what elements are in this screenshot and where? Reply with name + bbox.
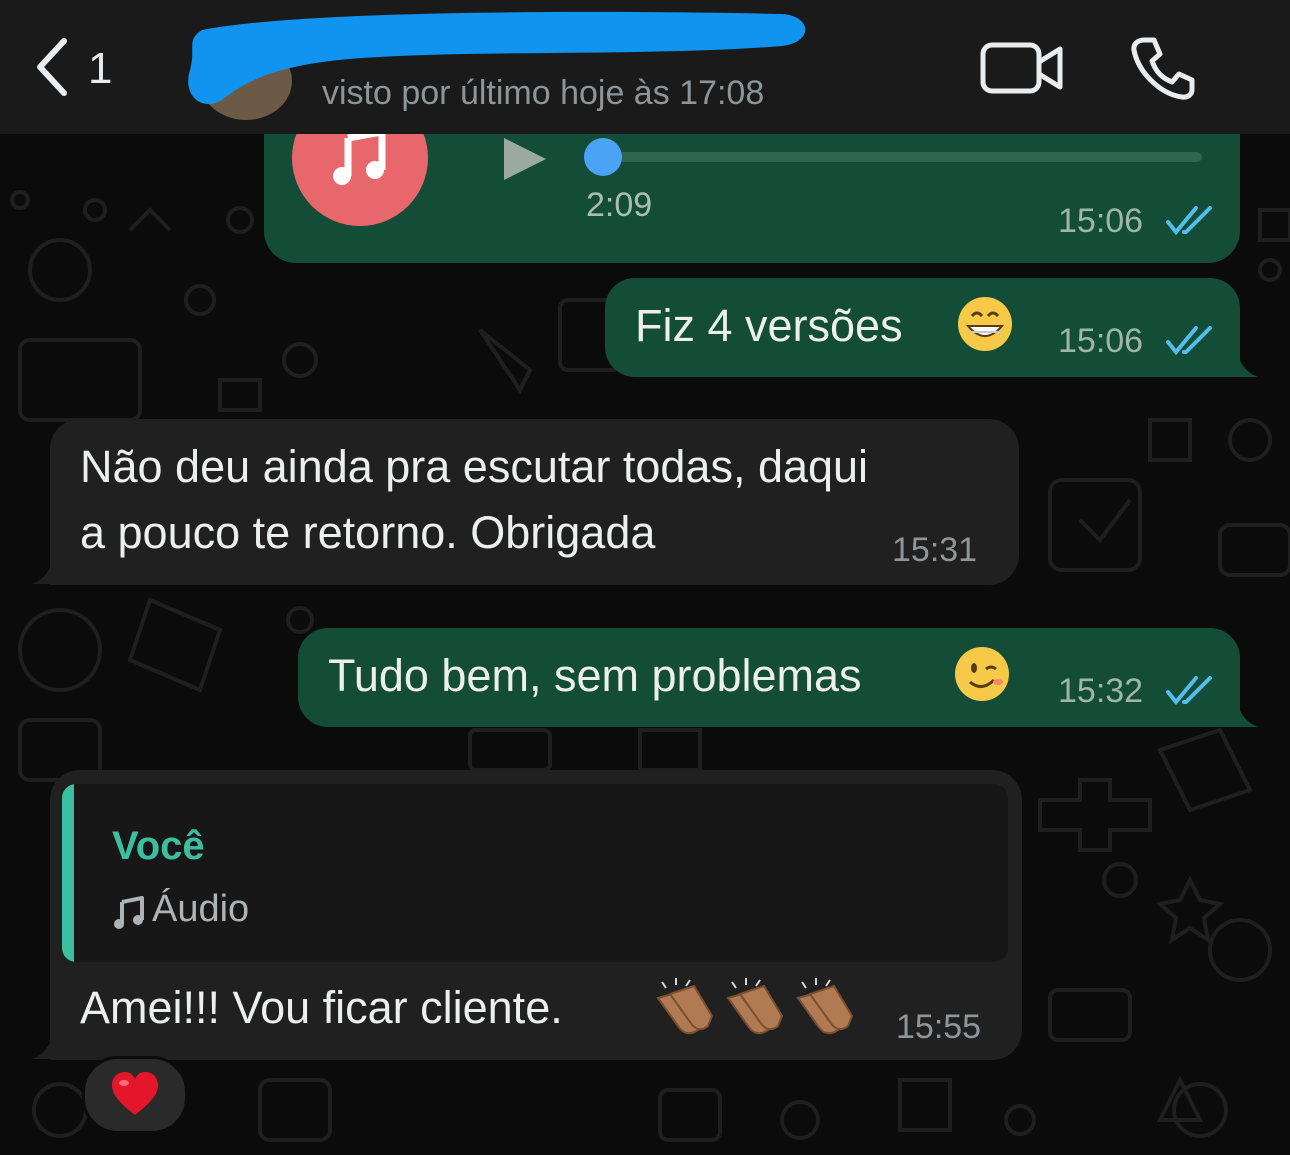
chat-header: 1 0899 visto por último hoje às 17:08 bbox=[0, 0, 1290, 134]
quote-author: Você bbox=[112, 824, 205, 868]
message-text: Amei!!! Vou ficar cliente. bbox=[80, 982, 563, 1033]
message-time: 15:32 bbox=[1058, 672, 1144, 710]
outgoing-message[interactable]: Tudo bem, sem problemas 15:32 bbox=[298, 628, 1240, 727]
read-ticks-icon bbox=[1166, 676, 1214, 711]
quote-body: Áudio bbox=[152, 888, 250, 930]
quote-accent-bar bbox=[62, 784, 74, 962]
message-text-line: Não deu ainda pra escutar todas, daqui bbox=[80, 441, 869, 492]
bubble-tail bbox=[1238, 356, 1258, 377]
music-note-icon bbox=[112, 896, 146, 935]
bubble-tail bbox=[32, 1038, 52, 1059]
winking-emoji-icon bbox=[952, 644, 1012, 709]
message-text: Fiz 4 versões bbox=[635, 300, 903, 351]
message-time: 15:55 bbox=[896, 1008, 982, 1046]
quoted-message[interactable]: Você Áudio bbox=[62, 784, 1008, 962]
chevron-left-icon bbox=[34, 37, 70, 102]
red-heart-icon bbox=[110, 1071, 160, 1122]
incoming-reply-message[interactable]: Você Áudio Amei!!! Vou ficar cliente. 15… bbox=[50, 770, 1022, 1060]
message-time: 15:31 bbox=[892, 531, 978, 569]
play-icon[interactable] bbox=[500, 134, 550, 189]
grinning-emoji-icon bbox=[955, 294, 1015, 359]
audio-progress-track[interactable] bbox=[602, 152, 1202, 162]
audio-scrubber-handle[interactable] bbox=[584, 138, 622, 176]
music-note-icon bbox=[330, 128, 390, 193]
phone-icon[interactable] bbox=[1130, 36, 1196, 105]
message-text-line: a pouco te retorno. Obrigada bbox=[80, 507, 656, 558]
message-time: 15:06 bbox=[1058, 202, 1144, 240]
read-ticks-icon bbox=[1166, 326, 1214, 361]
audio-duration: 2:09 bbox=[586, 186, 653, 224]
unread-count: 1 bbox=[88, 44, 113, 93]
redaction-scribble bbox=[188, 11, 806, 105]
incoming-message[interactable]: Não deu ainda pra escutar todas, daqui a… bbox=[50, 419, 1019, 585]
bubble-tail bbox=[1238, 706, 1258, 727]
read-ticks-icon bbox=[1166, 206, 1214, 241]
clapping-hands-emoji-icon bbox=[650, 976, 860, 1045]
outgoing-message[interactable]: Fiz 4 versões 15:06 bbox=[605, 278, 1240, 377]
bubble-tail bbox=[32, 563, 52, 584]
video-call-icon[interactable] bbox=[980, 40, 1064, 101]
reaction-badge[interactable] bbox=[82, 1056, 188, 1134]
message-time: 15:06 bbox=[1058, 322, 1144, 360]
back-button[interactable]: 1 bbox=[34, 37, 124, 102]
message-text: Tudo bem, sem problemas bbox=[328, 650, 862, 701]
